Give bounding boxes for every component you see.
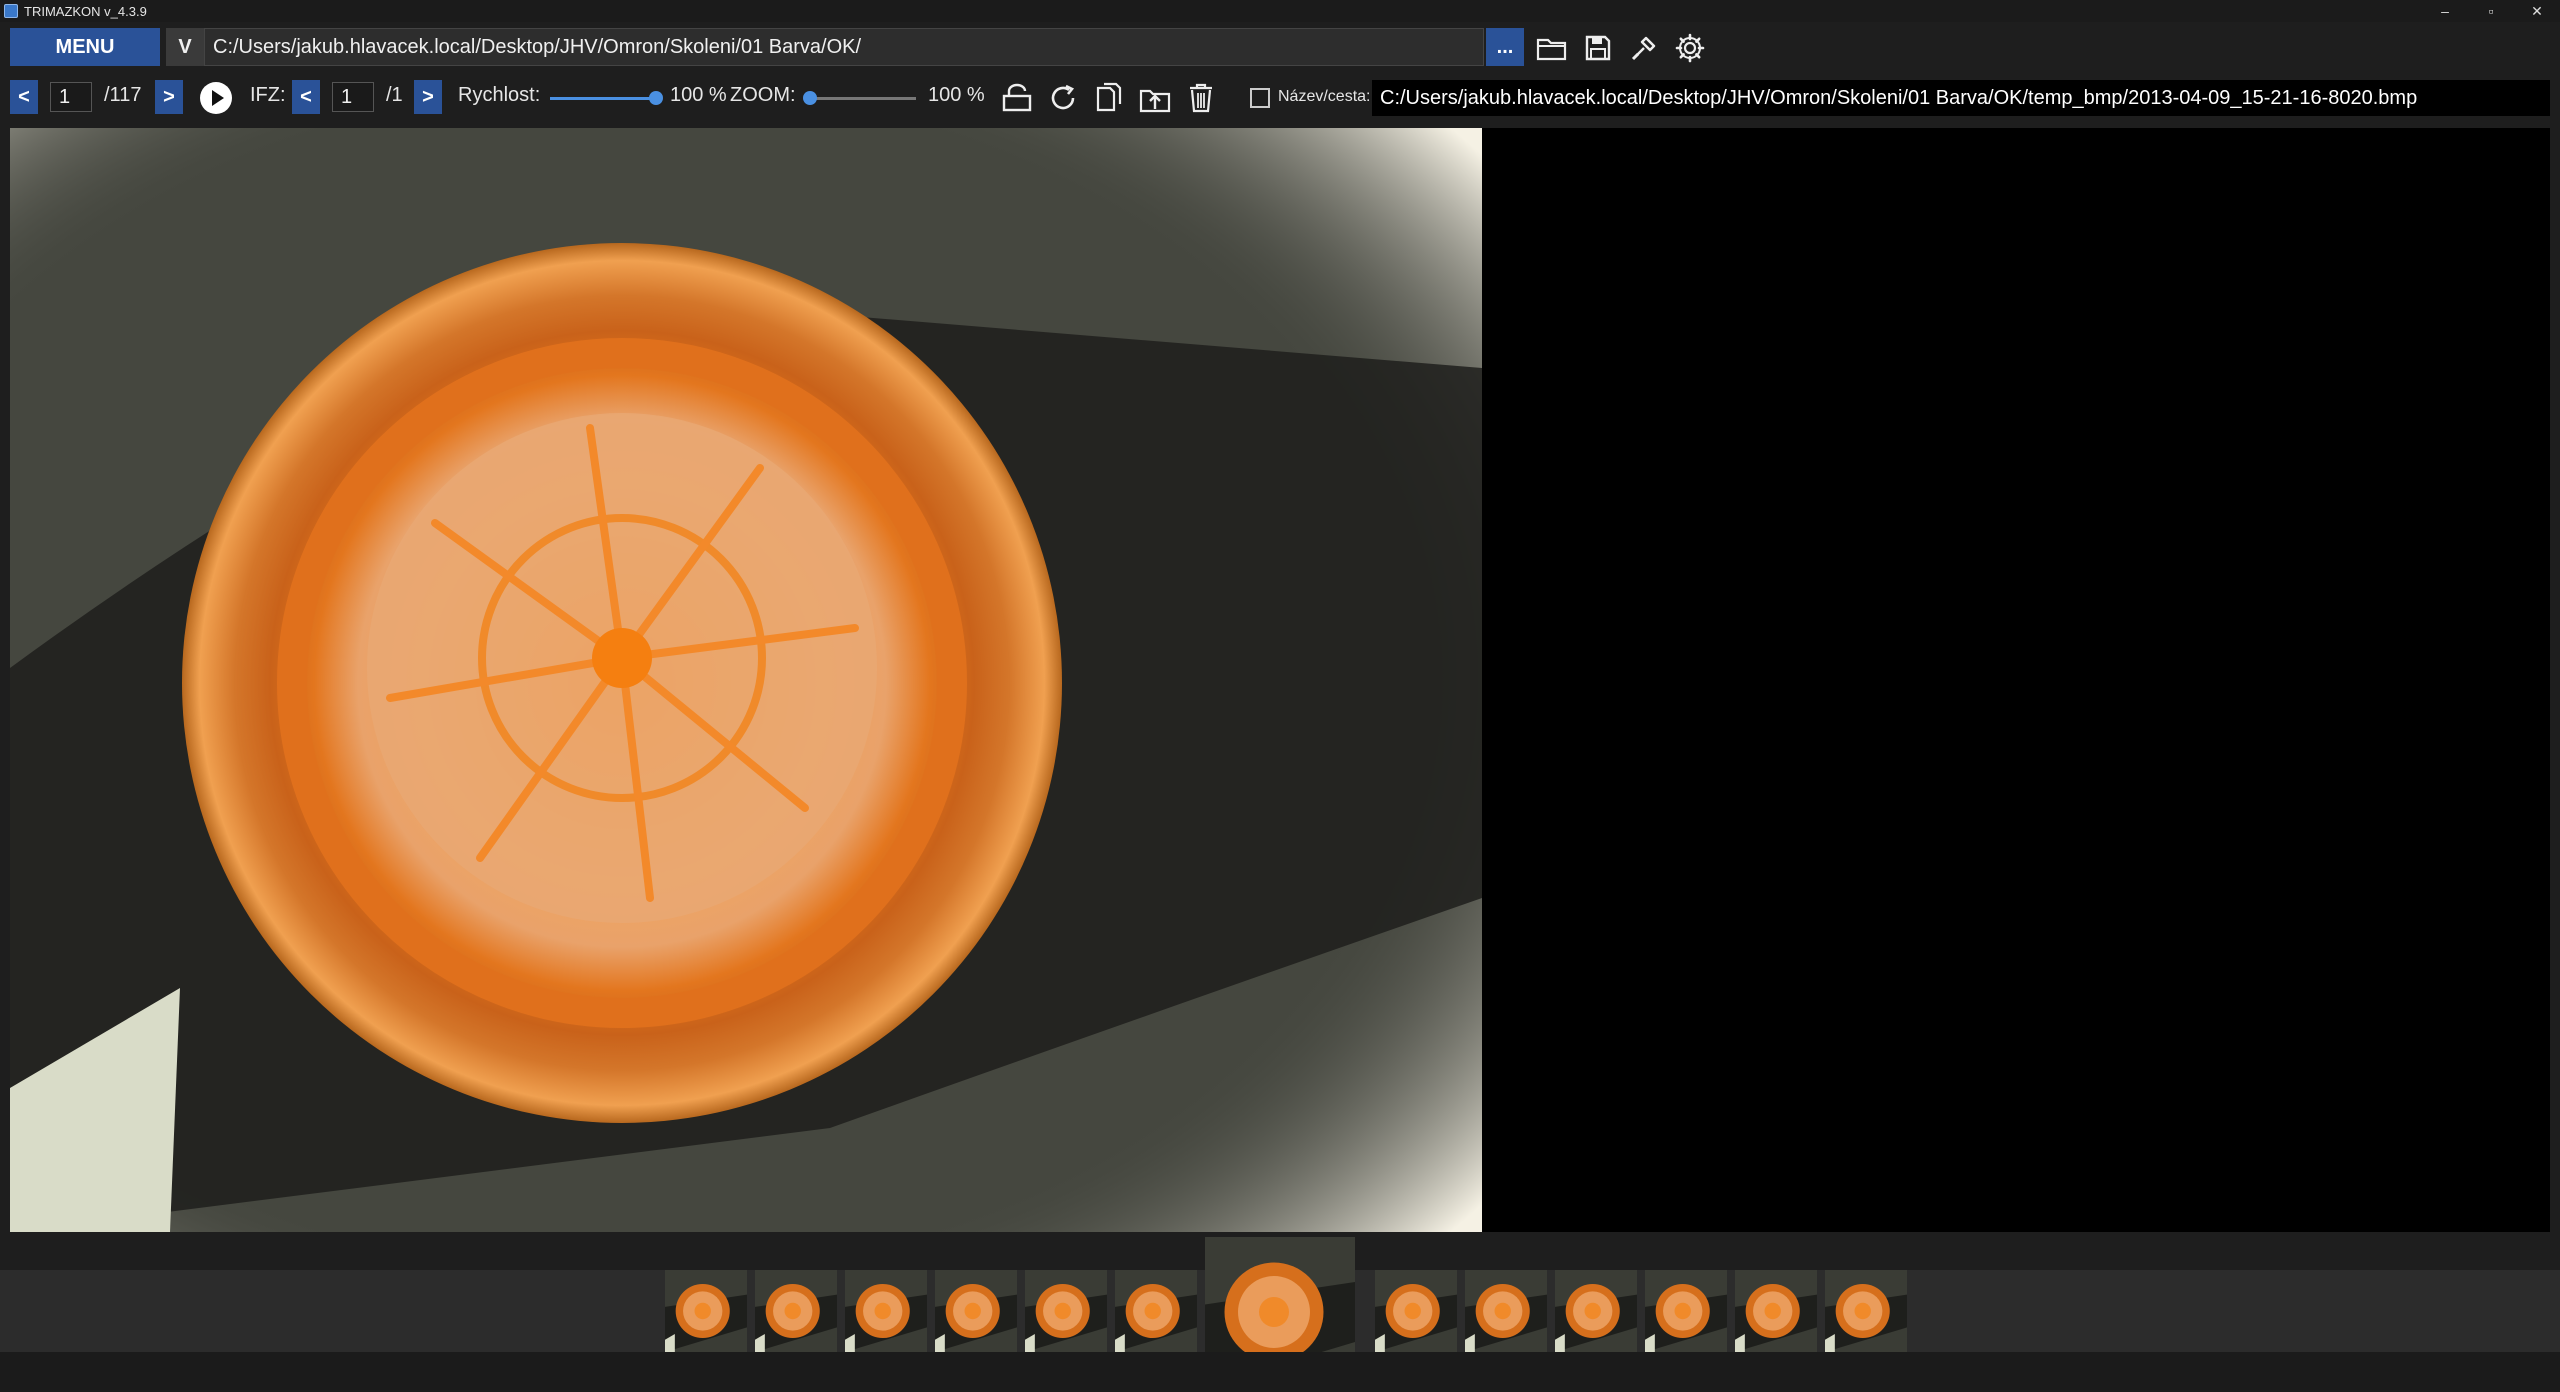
name-path-checkbox[interactable]: [1250, 88, 1270, 108]
prev-image-button[interactable]: <: [10, 80, 38, 114]
minimize-button[interactable]: –: [2422, 0, 2468, 22]
main-image-view[interactable]: [10, 128, 1482, 1232]
speed-slider-fill: [550, 97, 656, 100]
zoom-label: ZOOM:: [730, 84, 796, 106]
zoom-slider[interactable]: [803, 91, 916, 105]
copy-icon[interactable]: [1091, 80, 1127, 116]
speed-label: Rychlost:: [458, 84, 541, 106]
thumbnail[interactable]: [845, 1270, 927, 1352]
speed-value: 100 %: [670, 84, 727, 106]
thumbnail[interactable]: [935, 1270, 1017, 1352]
gear-icon[interactable]: [1672, 30, 1708, 66]
tool-icon[interactable]: [1626, 30, 1662, 66]
window-title: TRIMAZKON v_4.3.9: [24, 3, 147, 19]
path-toolbar: MENU V C:/Users/jakub.hlavacek.local/Des…: [0, 26, 2560, 68]
view-button[interactable]: V: [166, 28, 204, 66]
rotate-icon[interactable]: [1045, 80, 1081, 116]
zoom-slider-thumb[interactable]: [803, 91, 817, 105]
next-image-button[interactable]: >: [155, 80, 183, 114]
inspected-part-image: [10, 128, 1482, 1232]
thumbnail[interactable]: [665, 1270, 747, 1352]
ifz-index-input[interactable]: 1: [332, 82, 374, 112]
zoom-value: 100 %: [928, 84, 985, 106]
unlock-icon[interactable]: [999, 80, 1035, 116]
trash-icon[interactable]: [1183, 80, 1219, 116]
save-icon[interactable]: [1580, 30, 1616, 66]
menu-button[interactable]: MENU: [10, 28, 160, 66]
thumbnail[interactable]: [1375, 1270, 1457, 1352]
thumbnail[interactable]: [1465, 1270, 1547, 1352]
thumbnail[interactable]: [1025, 1270, 1107, 1352]
ifz-total-label: /1: [386, 84, 403, 106]
speed-slider[interactable]: [550, 91, 663, 105]
browse-button[interactable]: ...: [1486, 28, 1524, 66]
play-button[interactable]: [200, 82, 232, 114]
status-bar: [0, 1352, 2560, 1392]
play-icon: [212, 90, 224, 106]
ifz-label: IFZ:: [250, 84, 286, 106]
move-icon[interactable]: [1137, 80, 1173, 116]
speed-slider-thumb[interactable]: [649, 91, 663, 105]
thumbnail[interactable]: [1825, 1270, 1907, 1352]
thumbnail[interactable]: [1645, 1270, 1727, 1352]
title-bar: TRIMAZKON v_4.3.9 – ▫ ✕: [0, 0, 2560, 22]
image-index-input[interactable]: 1: [50, 82, 92, 112]
restore-button[interactable]: ▫: [2468, 0, 2514, 22]
folder-path-input[interactable]: C:/Users/jakub.hlavacek.local/Desktop/JH…: [204, 28, 1484, 66]
close-button[interactable]: ✕: [2514, 0, 2560, 22]
name-path-label: Název/cesta:: [1278, 88, 1371, 105]
thumbnail[interactable]: [1735, 1270, 1817, 1352]
ifz-next-button[interactable]: >: [414, 80, 442, 114]
app-logo-icon: [4, 4, 18, 18]
ifz-prev-button[interactable]: <: [292, 80, 320, 114]
secondary-view: [1482, 128, 2550, 1232]
image-total-label: /117: [104, 84, 142, 106]
file-path-display: C:/Users/jakub.hlavacek.local/Desktop/JH…: [1372, 80, 2550, 116]
thumbnail[interactable]: [1115, 1270, 1197, 1352]
thumbnail[interactable]: [1555, 1270, 1637, 1352]
navigation-toolbar: < 1 /117 > IFZ: < 1 /1 > Rychlost: 100 %…: [0, 78, 2560, 118]
folder-open-icon[interactable]: [1534, 30, 1570, 66]
thumbnail[interactable]: [755, 1270, 837, 1352]
window-controls: – ▫ ✕: [2422, 0, 2560, 22]
